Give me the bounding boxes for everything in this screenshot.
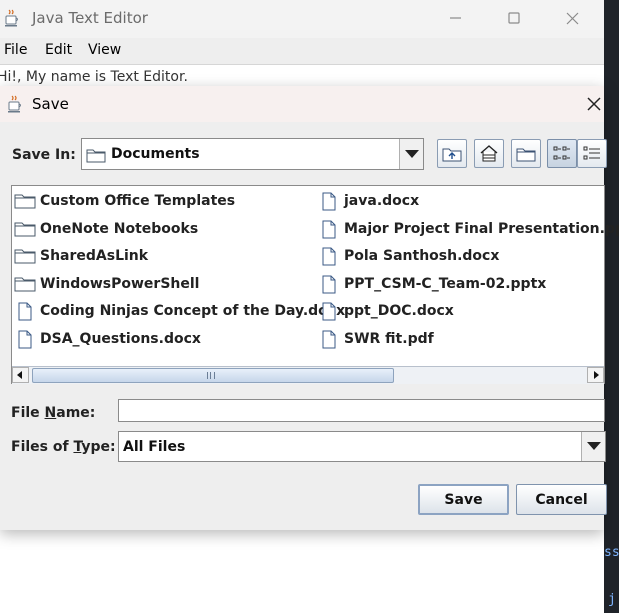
scrollbar-thumb[interactable]	[32, 368, 394, 383]
details-view-button[interactable]	[577, 139, 607, 168]
details-view-icon	[583, 146, 600, 160]
files-of-type-label: Files of Type:	[11, 439, 116, 455]
home-icon	[480, 145, 498, 162]
files-of-type-dropdown[interactable]: All Files	[118, 431, 606, 462]
close-icon[interactable]	[550, 0, 596, 38]
maximize-icon[interactable]	[490, 0, 536, 38]
document-icon	[322, 247, 336, 266]
cancel-button[interactable]: Cancel	[516, 484, 607, 515]
dialog-title: Save	[32, 95, 69, 113]
folder-icon	[14, 277, 36, 292]
window-title: Java Text Editor	[32, 9, 148, 27]
background-code-editor: ss j	[604, 0, 619, 613]
files-of-type-value: All Files	[123, 439, 186, 455]
main-title-bar: Java Text Editor	[0, 0, 604, 38]
file-name: SWR fit.pdf	[344, 331, 434, 347]
file-name: Coding Ninjas Concept of the Day.docx	[40, 303, 346, 319]
java-app-icon	[5, 9, 18, 27]
file-name: DSA_Questions.docx	[40, 331, 201, 347]
folder-icon	[14, 194, 36, 209]
new-folder-button[interactable]	[511, 139, 541, 168]
background-code-fragment: j	[608, 592, 616, 607]
up-one-level-icon	[442, 148, 462, 162]
folder-icon	[14, 222, 36, 237]
menu-bar: File Edit View	[0, 38, 604, 65]
file-name: Major Project Final Presentation.pptx	[344, 221, 619, 237]
document-icon	[18, 330, 32, 349]
up-one-level-button[interactable]	[437, 139, 467, 168]
menu-view[interactable]: View	[88, 42, 121, 58]
file-name: PPT_CSM-C_Team-02.pptx	[344, 276, 547, 292]
file-name: java.docx	[344, 193, 420, 209]
menu-file[interactable]: File	[4, 42, 27, 58]
save-in-dropdown[interactable]: Documents	[81, 138, 424, 170]
minimize-icon[interactable]	[432, 0, 478, 38]
file-name: OneNote Notebooks	[40, 221, 199, 237]
list-view-icon	[553, 146, 570, 160]
list-view-button[interactable]	[547, 139, 577, 168]
menu-edit[interactable]: Edit	[45, 42, 72, 58]
document-icon	[322, 192, 336, 211]
save-in-value: Documents	[111, 146, 200, 162]
dialog-title-bar: Save	[0, 86, 604, 122]
file-name: Custom Office Templates	[40, 193, 236, 209]
file-name-input[interactable]	[118, 399, 605, 422]
chevron-down-icon[interactable]	[399, 139, 423, 169]
home-button[interactable]	[474, 139, 504, 168]
document-icon	[18, 302, 32, 321]
file-name: WindowsPowerShell	[40, 276, 200, 292]
folder-icon	[86, 149, 106, 163]
chevron-down-icon[interactable]	[581, 432, 605, 461]
file-name-label: File Name:	[11, 405, 96, 421]
document-icon	[322, 220, 336, 239]
horizontal-scrollbar[interactable]	[12, 366, 604, 384]
save-in-label: Save In:	[12, 147, 76, 163]
document-icon	[322, 330, 336, 349]
file-list[interactable]: Custom Office Templates OneNote Notebook…	[11, 185, 619, 384]
new-folder-icon	[516, 148, 536, 162]
folder-icon	[14, 249, 36, 264]
scroll-right-icon[interactable]	[587, 367, 604, 383]
document-icon	[322, 275, 336, 294]
save-button[interactable]: Save	[418, 484, 509, 515]
scroll-left-icon[interactable]	[12, 367, 29, 383]
grip-icon	[207, 372, 215, 379]
editor-content[interactable]: Hi!, My name is Text Editor.	[0, 69, 188, 85]
background-code-fragment: ss	[604, 545, 619, 560]
java-app-icon	[8, 95, 21, 113]
close-icon[interactable]	[584, 94, 604, 114]
file-name: ppt_DOC.docx	[344, 303, 454, 319]
document-icon	[322, 302, 336, 321]
file-name: SharedAsLink	[40, 248, 149, 264]
file-name: Pola Santhosh.docx	[344, 248, 500, 264]
save-dialog: Save Save In: Documents Custom Office Te…	[0, 86, 619, 530]
